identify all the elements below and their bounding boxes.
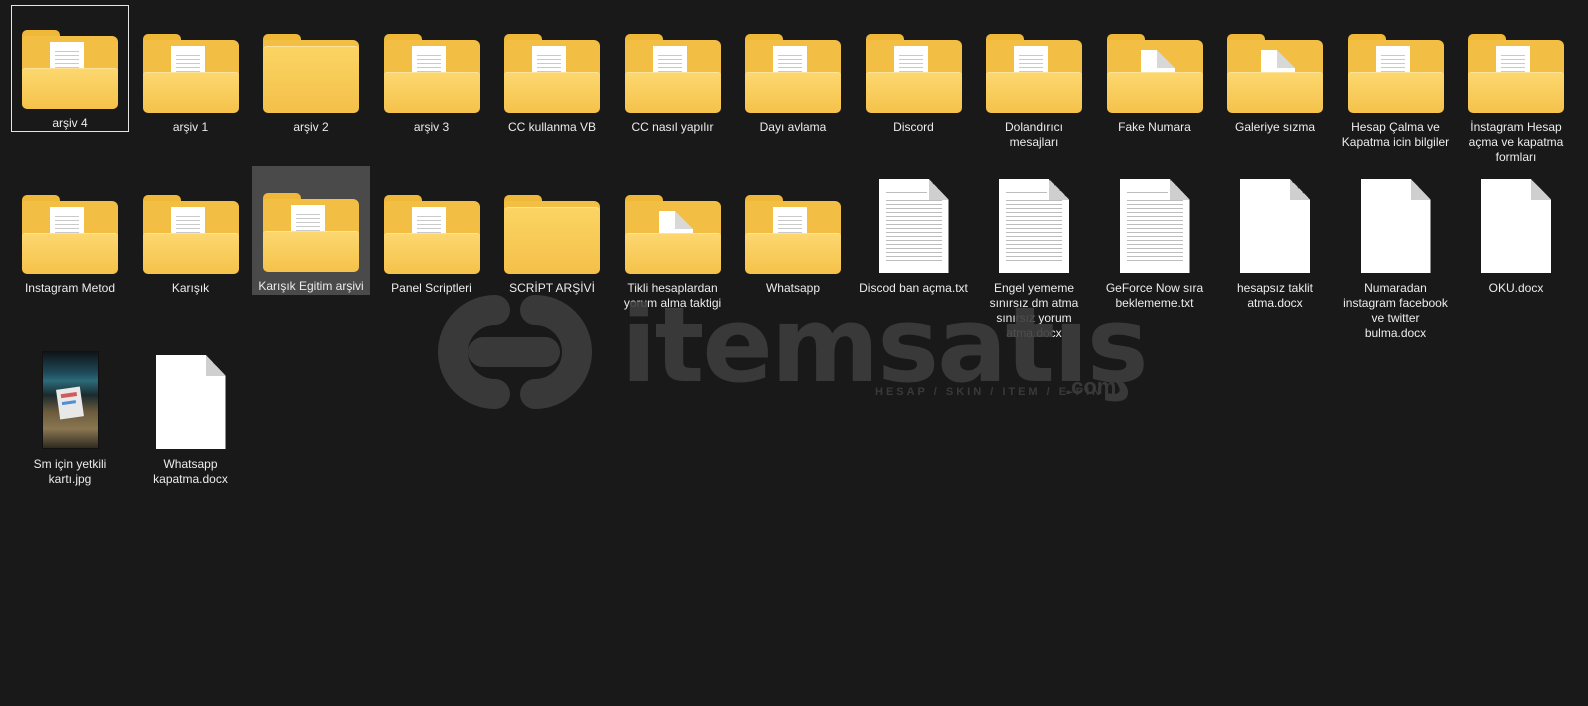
item-label: İnstagram Hesap açma ve kapatma formları [1468, 120, 1564, 164]
item-label: Discord [893, 120, 934, 134]
folder-with-documents-icon [22, 16, 118, 109]
folder-with-documents-icon [142, 16, 239, 113]
document-file-icon [1468, 177, 1564, 273]
item-label: hesapsız taklit atma.docx [1236, 281, 1314, 310]
file-item[interactable]: Engel yememe sınırsız dm atma sınırsız y… [975, 166, 1093, 342]
folder-item[interactable]: CC kullanma VB [493, 5, 611, 166]
folder-with-blank-page-icon [624, 177, 721, 274]
item-label: CC kullanma VB [507, 120, 597, 134]
item-label: Whatsapp kapatma.docx [153, 457, 228, 486]
folder-with-blank-page-icon [1227, 16, 1323, 113]
empty-folder-icon [504, 177, 600, 274]
folder-with-documents-icon [624, 16, 721, 113]
file-grid: arşiv 4 arşiv 1 arşiv 2 arşiv 3 CC kullanma … [11, 5, 1575, 512]
folder-item[interactable]: Instagram Metod [11, 166, 129, 342]
item-label: arşiv 2 [293, 120, 329, 134]
file-item[interactable]: hesapsız taklit atma.docx [1216, 166, 1334, 342]
folder-item[interactable]: Hesap Çalma ve Kapatma icin bilgiler [1337, 5, 1455, 166]
folder-item[interactable]: Karışık Egitim arşivi [252, 166, 370, 295]
file-item[interactable]: Numaradan instagram facebook ve twitter … [1337, 166, 1455, 342]
file-item[interactable]: OKU.docx [1457, 166, 1575, 342]
folder-item[interactable]: arşiv 4 [11, 5, 129, 132]
item-label: Karışık [171, 281, 210, 295]
item-label: Numaradan instagram facebook ve twitter … [1343, 281, 1448, 340]
document-file-icon [143, 353, 239, 449]
folder-item[interactable]: Discord [855, 5, 973, 166]
item-label: OKU.docx [1488, 281, 1544, 295]
document-file-icon [1227, 177, 1323, 273]
item-label: GeForce Now sıra beklememe.txt [1105, 281, 1204, 310]
folder-item[interactable]: CC nasıl yapılır [614, 5, 732, 166]
item-label: arşiv 4 [52, 116, 88, 130]
file-item[interactable]: Discod ban açma.txt [855, 166, 973, 342]
document-file-icon [986, 177, 1082, 273]
folder-with-documents-icon [865, 16, 962, 113]
text-file-icon [1107, 177, 1203, 273]
folder-item[interactable]: arşiv 2 [252, 5, 370, 166]
text-file-icon [866, 177, 962, 273]
item-label: Sm için yetkili kartı.jpg [33, 457, 107, 486]
folder-with-documents-icon [1347, 16, 1444, 113]
item-label: Fake Numara [1118, 120, 1191, 134]
item-label: Dolandırıcı mesajları [1004, 120, 1064, 149]
item-label: Whatsapp [765, 281, 821, 295]
empty-folder-icon [263, 16, 359, 113]
file-item[interactable]: GeForce Now sıra beklememe.txt [1096, 166, 1214, 342]
item-label: CC nasıl yapılır [631, 120, 714, 134]
image-thumbnail-icon [22, 351, 118, 449]
folder-with-documents-icon [1468, 16, 1564, 113]
folder-item[interactable]: Fake Numara [1096, 5, 1214, 166]
folder-item[interactable]: Galeriye sızma [1216, 5, 1334, 166]
folder-item[interactable]: İnstagram Hesap açma ve kapatma formları [1457, 5, 1575, 166]
folder-item[interactable]: Panel Scriptleri [373, 166, 491, 342]
folder-with-documents-icon [504, 16, 600, 113]
item-label: Dayı avlama [759, 120, 827, 134]
folder-with-documents-icon [383, 177, 480, 274]
folder-item[interactable]: Tikli hesaplardan yorum alma taktigi [614, 166, 732, 342]
folder-item[interactable]: Whatsapp [734, 166, 852, 342]
document-file-icon [1348, 177, 1444, 273]
item-label: Engel yememe sınırsız dm atma sınırsız y… [989, 281, 1079, 340]
item-label: Galeriye sızma [1234, 120, 1316, 134]
item-label: arşiv 3 [413, 120, 450, 134]
folder-with-documents-icon [383, 16, 480, 113]
folder-with-documents-icon [745, 177, 841, 274]
item-label: Discod ban açma.txt [859, 281, 968, 295]
folder-item[interactable]: Karışık [132, 166, 250, 342]
item-label: Instagram Metod [24, 281, 116, 295]
folder-item[interactable]: Dolandırıcı mesajları [975, 5, 1093, 166]
folder-with-blank-page-icon [1106, 16, 1203, 113]
item-label: Tikli hesaplardan yorum alma taktigi [623, 281, 722, 310]
folder-with-documents-icon [745, 16, 841, 113]
folder-item[interactable]: SCRİPT ARŞİVİ [493, 166, 611, 342]
item-label: Panel Scriptleri [391, 281, 472, 295]
folder-with-documents-icon [142, 177, 239, 274]
item-label: Hesap Çalma ve Kapatma icin bilgiler [1341, 120, 1450, 149]
folder-item[interactable]: Dayı avlama [734, 5, 852, 166]
item-label: arşiv 1 [172, 120, 209, 134]
item-label: Karışık Egitim arşivi [258, 279, 364, 293]
folder-with-documents-icon [263, 177, 359, 272]
folder-with-documents-icon [986, 16, 1082, 113]
file-item[interactable]: Whatsapp kapatma.docx [132, 342, 250, 512]
folder-item[interactable]: arşiv 1 [132, 5, 250, 166]
file-item[interactable]: Sm için yetkili kartı.jpg [11, 342, 129, 512]
item-label: SCRİPT ARŞİVİ [509, 281, 595, 295]
folder-item[interactable]: arşiv 3 [373, 5, 491, 166]
folder-with-documents-icon [22, 177, 118, 274]
